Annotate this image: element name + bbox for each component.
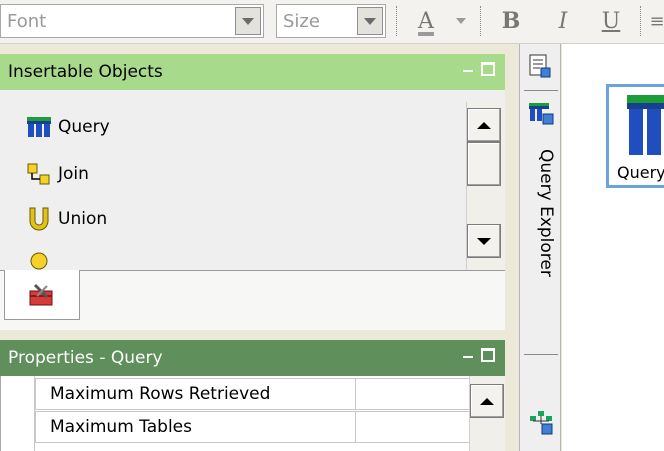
hierarchy-icon	[530, 411, 553, 435]
insertable-objects-list: Query Join Union	[0, 90, 505, 270]
arrow-up-icon	[477, 121, 491, 129]
chevron-down-icon	[456, 18, 466, 24]
align-button[interactable]: ≡	[649, 4, 664, 38]
arrow-down-icon	[477, 237, 491, 245]
pane-controls	[463, 348, 495, 362]
document-icon	[529, 54, 551, 78]
query-explorer-tab[interactable]	[528, 102, 554, 130]
pane-controls	[463, 62, 495, 76]
bold-button[interactable]: B	[496, 4, 526, 38]
list-item-join[interactable]: Join	[26, 162, 89, 186]
query-information-tab[interactable]	[528, 410, 554, 440]
insertable-scrollbar[interactable]	[466, 102, 502, 270]
properties-gutter	[11, 376, 35, 451]
minimize-icon[interactable]	[463, 70, 473, 72]
properties-header: Properties - Query	[0, 340, 505, 376]
scroll-up-button[interactable]	[470, 384, 504, 418]
property-name: Maximum Tables	[36, 412, 356, 442]
maximize-icon[interactable]	[481, 348, 495, 362]
size-dropdown-button[interactable]	[357, 7, 383, 35]
join-icon	[27, 163, 50, 185]
font-color-label: A	[418, 8, 434, 34]
properties-grid: Maximum Rows Retrieved Maximum Tables	[0, 376, 505, 451]
chevron-down-icon	[364, 17, 376, 25]
query-explorer-icon	[529, 103, 554, 125]
chevron-down-icon	[242, 17, 254, 25]
toolbox-tab[interactable]	[4, 270, 80, 320]
maximize-icon[interactable]	[481, 62, 495, 76]
toolbar-separator	[640, 6, 642, 36]
font-placeholder: Font	[7, 11, 47, 32]
toolbar-separator	[396, 6, 398, 36]
insertable-objects-header: Insertable Objects	[0, 54, 505, 90]
minimize-icon[interactable]	[463, 356, 473, 358]
property-value[interactable]	[356, 412, 471, 442]
font-color-button[interactable]: A	[406, 4, 446, 38]
query-node[interactable]: Query	[606, 84, 664, 188]
source-tab[interactable]	[528, 54, 552, 84]
scroll-up-button[interactable]	[467, 108, 501, 142]
side-tab-bar: Query Explorer	[519, 44, 561, 451]
properties-scrollbar[interactable]	[469, 376, 505, 451]
pane-tabstrip	[0, 270, 505, 330]
font-dropdown-button[interactable]	[235, 7, 261, 35]
italic-button[interactable]: I	[548, 4, 578, 38]
scroll-down-button[interactable]	[467, 224, 501, 258]
size-placeholder: Size	[283, 11, 320, 32]
toolbox-icon	[29, 283, 53, 305]
arrow-up-icon	[480, 397, 494, 405]
list-item-query[interactable]: Query	[26, 116, 110, 138]
query-icon	[627, 95, 664, 155]
partial-item-icon	[30, 252, 48, 270]
property-row[interactable]: Maximum Tables	[35, 411, 471, 443]
formatting-toolbar: Font Size A B I U ≡	[0, 0, 664, 44]
tab-separator	[524, 354, 558, 355]
query-canvas[interactable]: Query	[562, 44, 664, 451]
list-item-label: Join	[58, 164, 89, 184]
font-combobox[interactable]: Font	[0, 4, 264, 38]
tab-separator	[524, 90, 558, 91]
properties-title: Properties - Query	[8, 348, 163, 368]
list-item-label: Query	[58, 117, 110, 137]
property-value[interactable]	[356, 379, 471, 409]
union-icon	[29, 207, 49, 231]
scroll-thumb[interactable]	[467, 142, 501, 186]
underline-button[interactable]: U	[596, 4, 626, 38]
toolbar-separator	[480, 6, 482, 36]
query-explorer-label: Query Explorer	[536, 149, 556, 277]
query-icon	[27, 117, 51, 137]
list-item-label: Union	[58, 209, 108, 229]
query-node-label: Query	[617, 163, 664, 182]
insertable-objects-title: Insertable Objects	[8, 62, 163, 82]
property-name: Maximum Rows Retrieved	[36, 379, 356, 409]
list-item-union[interactable]: Union	[26, 206, 107, 232]
font-color-dropdown[interactable]	[448, 4, 474, 38]
property-row[interactable]: Maximum Rows Retrieved	[35, 378, 471, 410]
size-combobox[interactable]: Size	[276, 4, 386, 38]
